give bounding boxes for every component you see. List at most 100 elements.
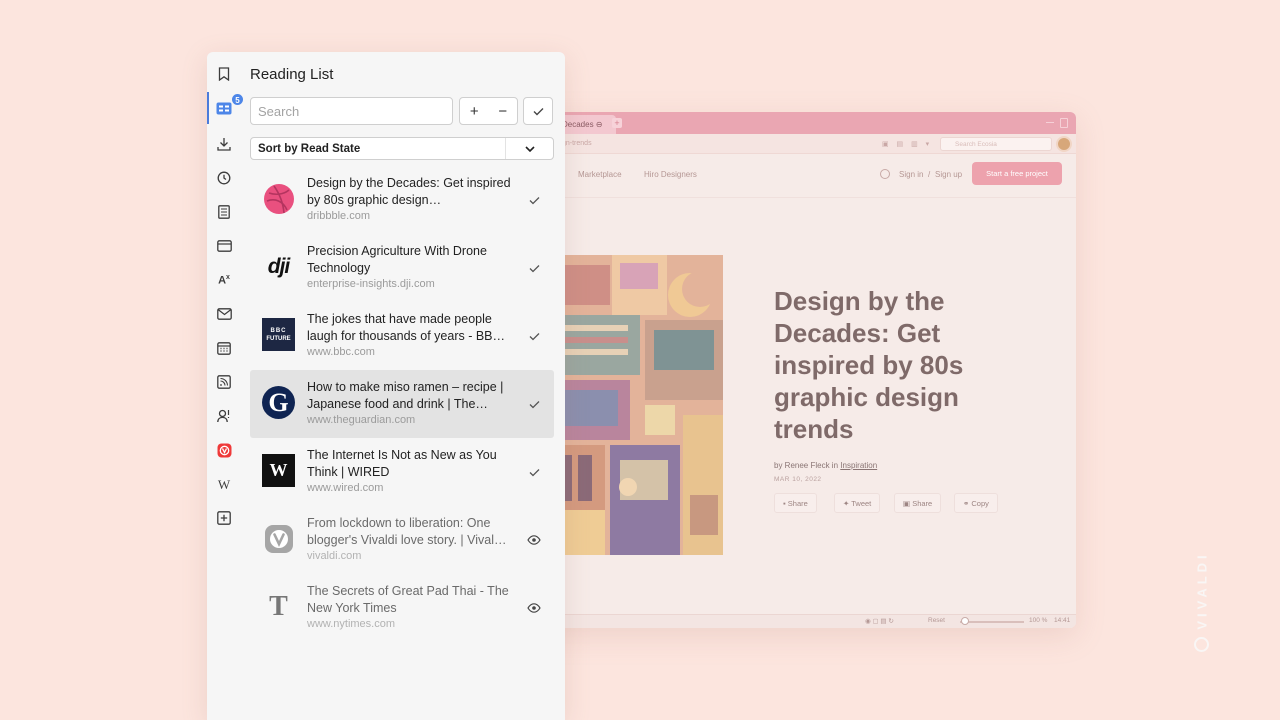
zoom-slider-handle[interactable]	[961, 617, 969, 625]
share-tweet-button[interactable]: ✦ Tweet	[834, 493, 881, 513]
downloads-icon[interactable]	[214, 134, 234, 154]
linkedin-icon: ▣	[903, 499, 911, 508]
copy-link-button[interactable]: ⚭ Copy	[954, 493, 998, 513]
reading-list: Design by the Decades: Get inspired by 8…	[250, 166, 554, 642]
sign-in-link[interactable]: Sign in	[899, 170, 923, 179]
mail-icon[interactable]	[214, 304, 234, 324]
item-title: From lockdown to liberation: One blogger…	[307, 516, 507, 547]
vivaldi-favicon-icon	[262, 522, 295, 555]
chevron-down-icon[interactable]	[505, 138, 553, 159]
reading-list-panel: 5 Ax W Reading List Search + − Sort by R…	[207, 52, 565, 720]
article-byline: by Renee Fleck in Inspiration	[774, 461, 877, 470]
twitter-icon: ✦	[843, 499, 850, 508]
article-hero-illustration	[550, 255, 723, 555]
remove-item-button[interactable]: −	[489, 98, 518, 124]
wired-logo-letter: W	[269, 460, 288, 480]
window-icon[interactable]	[1060, 118, 1068, 128]
history-icon[interactable]	[214, 168, 234, 188]
nav-link-marketplace[interactable]: Marketplace	[578, 170, 622, 179]
nyt-logo-letter: T	[269, 590, 288, 622]
unread-eye-icon[interactable]	[526, 532, 542, 548]
list-item[interactable]: W The Internet Is Not as New as You Thin…	[250, 438, 554, 506]
sort-dropdown-label: Sort by Read State	[258, 143, 361, 155]
address-field[interactable]: gn-trends	[556, 137, 886, 151]
item-url: enterprise-insights.dji.com	[307, 278, 435, 290]
panel-icon-bar: 5 Ax W	[207, 52, 244, 720]
vivaldi-wordmark: VIVALDI	[1194, 551, 1210, 630]
byline-prefix: by Renee Fleck in	[774, 461, 839, 470]
add-web-panel-icon[interactable]	[214, 508, 234, 528]
add-item-button[interactable]: +	[460, 98, 489, 124]
dribbble-icon	[262, 182, 295, 215]
read-check-icon[interactable]	[526, 260, 542, 276]
item-url: www.nytimes.com	[307, 618, 396, 630]
wikipedia-icon[interactable]: W	[214, 474, 234, 494]
reading-list-badge: 5	[231, 93, 244, 106]
wired-icon: W	[262, 454, 295, 487]
article-date: MAR 10, 2022	[774, 476, 822, 483]
dji-logo-icon: dji	[262, 250, 295, 283]
zoom-reset-button[interactable]: Reset	[928, 617, 945, 624]
vivaldi-icon[interactable]	[214, 440, 234, 460]
status-icons: ◉ ▢ ▤ ↻	[865, 618, 894, 625]
vivaldi-logo-icon	[1194, 637, 1209, 652]
list-item[interactable]: From lockdown to liberation: One blogger…	[250, 506, 554, 574]
item-title: Design by the Decades: Get inspired by 8…	[307, 176, 511, 207]
list-item[interactable]: Design by the Decades: Get inspired by 8…	[250, 166, 554, 234]
read-check-icon[interactable]	[526, 464, 542, 480]
mark-read-button[interactable]	[523, 97, 553, 125]
browser-tab[interactable]: Decades ⊖	[556, 115, 616, 134]
notes-icon[interactable]	[214, 202, 234, 222]
translate-icon[interactable]: Ax	[214, 270, 234, 290]
calendar-icon[interactable]	[214, 338, 234, 358]
browser-search-field[interactable]: Search Ecosia	[940, 137, 1052, 151]
bookmarks-icon[interactable]	[214, 64, 234, 84]
bbc-future-icon: BBC FUTURE	[262, 318, 295, 351]
nyt-icon: T	[262, 590, 295, 623]
panel-title: Reading List	[250, 66, 334, 83]
list-item[interactable]: BBC FUTURE The jokes that have made peop…	[250, 302, 554, 370]
nav-link-hiro-designers[interactable]: Hiro Designers	[644, 170, 697, 179]
new-tab-icon[interactable]: +	[612, 118, 622, 128]
item-title: The Secrets of Great Pad Thai - The New …	[307, 584, 509, 615]
unread-eye-icon[interactable]	[526, 600, 542, 616]
site-navigation: Marketplace Hiro Designers Sign in / Sig…	[520, 154, 1076, 198]
browser-status-bar: ◉ ▢ ▤ ↻ Reset 100 % 14:41	[520, 614, 1076, 628]
item-title: The Internet Is Not as New as You Think …	[307, 448, 497, 479]
guardian-logo-letter: G	[268, 387, 289, 417]
clock: 14:41	[1054, 617, 1071, 624]
link-icon: ⚭	[963, 499, 970, 508]
background-browser-window: Decades ⊖ + gn-trends ▣ ▤ ▥ ▾ Search Eco…	[520, 112, 1076, 628]
item-url: dribbble.com	[307, 210, 370, 222]
sign-up-link[interactable]: Sign up	[935, 170, 962, 179]
read-check-icon[interactable]	[526, 328, 542, 344]
address-bar-icons: ▣ ▤ ▥ ▾	[882, 141, 933, 148]
search-input[interactable]	[250, 97, 453, 125]
start-project-button[interactable]: Start a free project	[972, 162, 1062, 185]
sort-dropdown[interactable]: Sort by Read State	[250, 137, 554, 160]
byline-category-link[interactable]: Inspiration	[840, 461, 877, 470]
share-linkedin-button[interactable]: ▣ Share	[894, 493, 942, 513]
item-title: How to make miso ramen – recipe | Japane…	[307, 380, 504, 411]
site-search-icon[interactable]	[880, 169, 890, 179]
list-item-selected[interactable]: G How to make miso ramen – recipe | Japa…	[250, 370, 554, 438]
contacts-icon[interactable]	[214, 406, 234, 426]
list-item[interactable]: T The Secrets of Great Pad Thai - The Ne…	[250, 574, 554, 642]
read-check-icon[interactable]	[526, 192, 542, 208]
share-facebook-button[interactable]: ▪ Share	[774, 493, 817, 513]
reading-list-icon[interactable]: 5	[214, 93, 244, 118]
item-url: vivaldi.com	[307, 550, 362, 562]
add-remove-group: + −	[459, 97, 518, 125]
minimize-icon[interactable]	[1046, 122, 1054, 123]
zoom-slider[interactable]	[960, 621, 1024, 623]
list-item[interactable]: dji Precision Agriculture With Drone Tec…	[250, 234, 554, 302]
item-url: www.bbc.com	[307, 346, 375, 358]
item-title: The jokes that have made people laugh fo…	[307, 312, 506, 343]
read-check-icon[interactable]	[526, 396, 542, 412]
profile-avatar[interactable]	[1056, 136, 1072, 152]
window-panel-icon[interactable]	[214, 236, 234, 256]
dji-logo-text: dji	[267, 254, 290, 278]
feeds-icon[interactable]	[214, 372, 234, 392]
item-url: www.theguardian.com	[307, 414, 416, 426]
active-panel-indicator	[207, 92, 209, 124]
